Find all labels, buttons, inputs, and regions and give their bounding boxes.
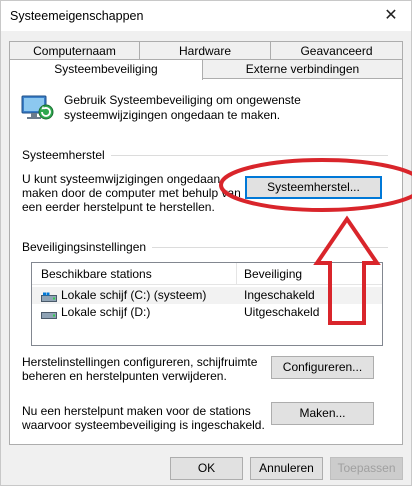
apply-button[interactable]: Toepassen <box>330 457 403 480</box>
configure-button[interactable]: Configureren... <box>271 356 374 379</box>
protection-settings-group-label: Beveiligingsinstellingen <box>22 240 153 254</box>
system-protection-icon <box>20 90 54 124</box>
list-header: Beschikbare stations Beveiliging <box>32 263 382 285</box>
system-restore-group-label: Systeemherstel <box>22 148 111 162</box>
tab-remote[interactable]: Externe verbindingen <box>202 59 403 79</box>
cancel-button[interactable]: Annuleren <box>250 457 323 480</box>
system-drive-icon <box>41 291 57 302</box>
system-properties-window: Systeemeigenschappen ✕ Computernaam Hard… <box>0 0 412 486</box>
drive-name: Lokale schijf (C:) (systeem) <box>61 288 207 302</box>
configure-text: Herstelinstellingen configureren, schijf… <box>22 355 258 383</box>
system-restore-button[interactable]: Systeemherstel... <box>245 176 382 199</box>
create-restore-point-text: Nu een herstelpunt maken voor de station… <box>22 404 265 432</box>
tab-hardware[interactable]: Hardware <box>139 41 271 61</box>
column-header-protection[interactable]: Beveiliging <box>244 267 302 281</box>
drives-list[interactable]: Beschikbare stations Beveiliging Lokale … <box>31 262 383 346</box>
drive-status: Ingeschakeld <box>244 288 315 302</box>
column-header-drives[interactable]: Beschikbare stations <box>41 267 152 281</box>
window-title: Systeemeigenschappen <box>10 9 144 23</box>
drive-row[interactable]: Lokale schijf (D:) Uitgeschakeld <box>32 304 382 321</box>
tab-computername[interactable]: Computernaam <box>9 41 140 61</box>
column-separator <box>236 263 237 285</box>
intro-text: Gebruik Systeembeveiliging om ongewenste… <box>64 93 301 122</box>
drive-row[interactable]: Lokale schijf (C:) (systeem) Ingeschakel… <box>32 287 382 304</box>
tab-advanced[interactable]: Geavanceerd <box>270 41 403 61</box>
ok-button[interactable]: OK <box>170 457 243 480</box>
drive-icon <box>41 308 57 319</box>
create-button[interactable]: Maken... <box>271 402 374 425</box>
drive-name: Lokale schijf (D:) <box>61 305 151 319</box>
system-restore-text: U kunt systeemwijzigingen ongedaan maken… <box>22 172 241 214</box>
close-icon[interactable]: ✕ <box>377 4 405 28</box>
tab-system-protection[interactable]: Systeembeveiliging <box>9 59 203 80</box>
tab-panel: Gebruik Systeembeveiliging om ongewenste… <box>9 78 403 445</box>
title-bar[interactable]: Systeemeigenschappen ✕ <box>1 1 411 31</box>
drive-status: Uitgeschakeld <box>244 305 320 319</box>
